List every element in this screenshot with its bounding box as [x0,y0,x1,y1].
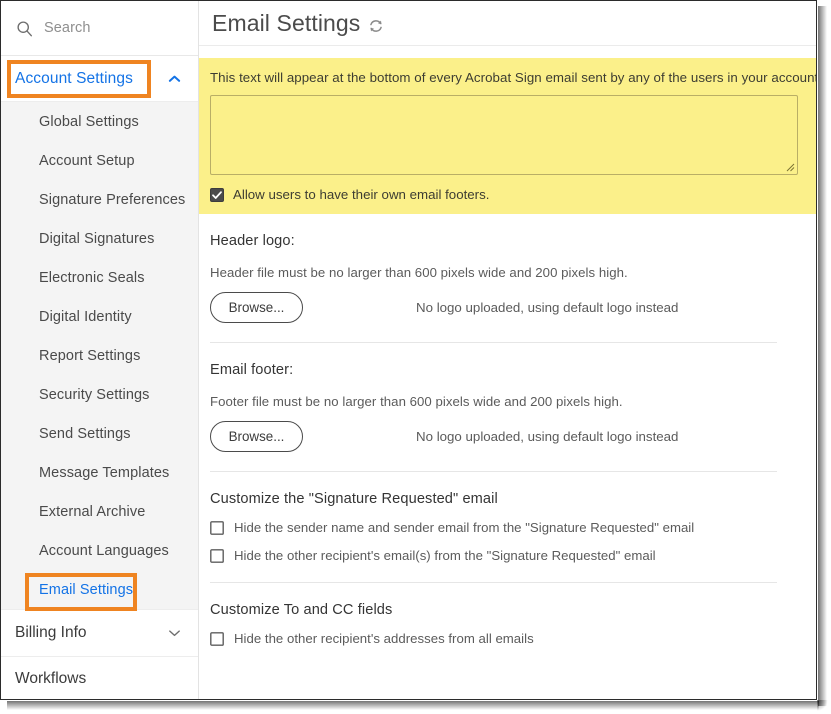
sidebar-item-label: Digital Identity [39,308,132,325]
sidebar: Search Account Settings Global Settings A… [1,1,199,699]
app-window: Search Account Settings Global Settings A… [0,0,817,700]
allow-own-footers-row[interactable]: Allow users to have their own email foot… [210,187,803,202]
sidebar-item-workflows[interactable]: Workflows [1,657,198,699]
allow-own-footers-label: Allow users to have their own email foot… [233,187,490,202]
search-field[interactable]: Search [1,1,198,56]
page-header: Email Settings [199,1,816,46]
checkbox-allow-own-footers[interactable] [210,187,224,202]
checkbox-option[interactable] [210,520,224,535]
header-logo-browse-row: Browse... No logo uploaded, using defaul… [210,292,803,323]
email-footer-browse-row: Browse... No logo uploaded, using defaul… [210,421,803,452]
sidebar-item-label: Global Settings [39,113,139,130]
divider [210,342,777,343]
option-label: Hide the sender name and sender email fr… [234,520,695,535]
sidebar-item-label: Security Settings [39,386,150,403]
divider [210,582,777,583]
divider [210,471,777,472]
section-header-logo: Header logo: Header file must be no larg… [199,233,816,343]
sidebar-group-label: Billing Info [15,624,87,641]
email-footer-logo-description: Footer file must be no larger than 600 p… [210,394,623,409]
sidebar-item-label: Report Settings [39,347,141,364]
section-to-cc-fields: Customize To and CC fields Hide the othe… [199,602,816,646]
sidebar-item-list: Global Settings Account Setup Signature Pr… [1,102,198,609]
sidebar-item-account-setup[interactable]: Account Setup [1,141,198,180]
option-row[interactable]: Hide the other recipient's addresses fro… [210,631,803,646]
search-placeholder: Search [44,20,91,36]
settings-content: This text will appear at the bottom of e… [199,58,816,646]
sidebar-item-global-settings[interactable]: Global Settings [1,102,198,141]
sidebar-item-digital-signatures[interactable]: Digital Signatures [1,219,198,258]
sidebar-item-label: Workflows [15,670,87,687]
header-logo-description: Header file must be no larger than 600 p… [210,265,628,280]
sidebar-item-message-templates[interactable]: Message Templates [1,453,198,492]
email-footer-highlight-block: This text will appear at the bottom of e… [199,58,816,214]
sidebar-item-label: Electronic Seals [39,269,145,286]
sidebar-item-signature-preferences[interactable]: Signature Preferences [1,180,198,219]
sidebar-item-email-settings[interactable]: Email Settings [1,570,198,609]
frame-shadow-corner [817,700,828,711]
sidebar-item-label: External Archive [39,503,146,520]
screenshot-frame: Search Account Settings Global Settings A… [0,0,831,714]
chevron-up-icon[interactable] [167,74,182,84]
email-footer-browse-button[interactable]: Browse... [210,421,303,452]
frame-shadow-bottom [7,701,819,710]
sidebar-item-label: Digital Signatures [39,230,155,247]
refresh-icon[interactable] [368,18,384,34]
signature-requested-title: Customize the "Signature Requested" emai… [210,491,498,507]
option-row[interactable]: Hide the other recipient's email(s) from… [210,548,803,563]
sidebar-item-security-settings[interactable]: Security Settings [1,375,198,414]
page-title: Email Settings [212,9,361,36]
email-footer-textarea[interactable] [210,95,798,175]
sidebar-item-report-settings[interactable]: Report Settings [1,336,198,375]
section-email-footer-logo: Email footer: Footer file must be no lar… [199,362,816,472]
sidebar-group-billing-info[interactable]: Billing Info [1,609,198,657]
to-cc-options: Hide the other recipient's addresses fro… [210,631,803,646]
search-icon [17,20,32,36]
sidebar-item-label: Signature Preferences [39,191,186,208]
sidebar-item-digital-identity[interactable]: Digital Identity [1,297,198,336]
header-logo-title: Header logo: [210,233,295,249]
chevron-down-icon[interactable] [167,628,182,638]
sidebar-group-account-settings[interactable]: Account Settings [1,56,198,102]
header-logo-browse-button[interactable]: Browse... [210,292,303,323]
sidebar-item-account-languages[interactable]: Account Languages [1,531,198,570]
email-footer-logo-status: No logo uploaded, using default logo ins… [416,429,679,444]
option-label: Hide the other recipient's addresses fro… [234,631,534,646]
sidebar-group-label: Account Settings [15,69,133,87]
to-cc-title: Customize To and CC fields [210,602,393,618]
email-footer-logo-title: Email footer: [210,362,294,378]
sidebar-item-label: Message Templates [39,464,170,481]
email-footer-note: This text will appear at the bottom of e… [210,70,816,85]
main-content: Email Settings This text will appear at … [199,1,816,699]
frame-shadow-right [818,6,827,706]
section-signature-requested: Customize the "Signature Requested" emai… [199,491,816,583]
sidebar-item-label: Send Settings [39,425,131,442]
option-label: Hide the other recipient's email(s) from… [234,548,656,563]
sidebar-item-external-archive[interactable]: External Archive [1,492,198,531]
option-row[interactable]: Hide the sender name and sender email fr… [210,520,803,535]
checkbox-option[interactable] [210,631,224,646]
resize-grip-icon[interactable] [785,162,795,172]
sidebar-item-send-settings[interactable]: Send Settings [1,414,198,453]
signature-requested-options: Hide the sender name and sender email fr… [210,520,803,563]
header-logo-status: No logo uploaded, using default logo ins… [416,300,679,315]
sidebar-item-label: Account Languages [39,542,169,559]
checkbox-option[interactable] [210,548,224,563]
sidebar-item-label: Email Settings [39,581,134,598]
sidebar-item-label: Account Setup [39,152,135,169]
sidebar-item-electronic-seals[interactable]: Electronic Seals [1,258,198,297]
